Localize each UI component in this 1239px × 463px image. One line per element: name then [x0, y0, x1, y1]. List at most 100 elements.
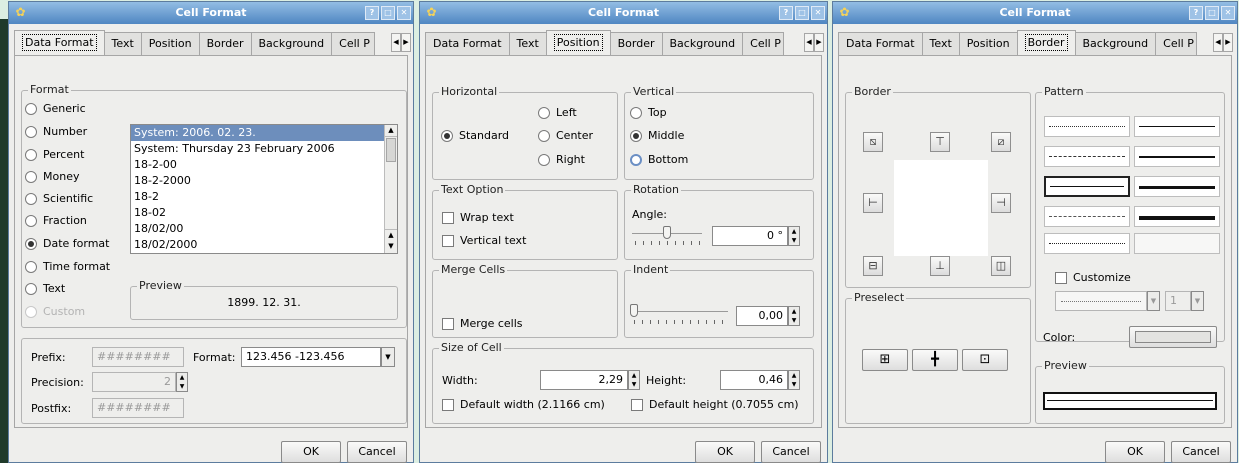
pattern-solid-heavy[interactable] — [1134, 206, 1220, 227]
tab-scroll-right-icon[interactable]: ▶ — [1223, 33, 1233, 52]
vertical-inner-border-icon[interactable]: ◫ — [991, 256, 1011, 276]
cancel-button[interactable]: Cancel — [761, 441, 821, 463]
list-item[interactable]: 18-02 — [131, 205, 397, 221]
postfix-input[interactable]: ######## — [92, 398, 184, 418]
tab-background[interactable]: Background — [250, 32, 333, 56]
tab-background[interactable]: Background — [661, 32, 744, 56]
indent-input[interactable]: 0,00 — [736, 306, 788, 326]
radio-standard[interactable]: Standard — [441, 129, 509, 142]
right-border-icon[interactable]: ⊣ — [991, 193, 1011, 213]
tab-data-format[interactable]: Data Format — [838, 32, 923, 56]
precision-input[interactable]: 2 — [92, 372, 176, 392]
list-item[interactable]: 18/02/00 — [131, 221, 397, 237]
custom-pattern-combobox[interactable] — [1055, 291, 1147, 311]
maximize-icon[interactable]: □ — [1205, 6, 1219, 20]
tab-scroll-left-icon[interactable]: ◀ — [804, 33, 814, 52]
customize-checkbox[interactable]: Customize — [1055, 271, 1131, 284]
pattern-solid-medium[interactable] — [1134, 146, 1220, 167]
default-width-checkbox[interactable]: Default width (2.1166 cm) — [442, 398, 605, 411]
merge-cells-checkbox[interactable]: Merge cells — [442, 317, 523, 330]
tab-scroll-left-icon[interactable]: ◀ — [391, 33, 401, 52]
ok-button[interactable]: OK — [1105, 441, 1165, 463]
pattern-solid-thin[interactable] — [1134, 116, 1220, 137]
pattern-solid-selected[interactable] — [1044, 176, 1130, 197]
tab-scroll-right-icon[interactable]: ▶ — [401, 33, 411, 52]
help-icon[interactable]: ? — [779, 6, 793, 20]
cancel-button[interactable]: Cancel — [1171, 441, 1231, 463]
pattern-empty[interactable] — [1134, 233, 1220, 254]
height-input[interactable]: 0,46 — [720, 370, 788, 390]
tab-cell-protection[interactable]: Cell P — [331, 32, 376, 56]
list-item[interactable]: 18-2-2000 — [131, 173, 397, 189]
diagonal-down-border-icon[interactable]: ⧅ — [863, 132, 883, 152]
close-icon[interactable]: ✕ — [397, 6, 411, 20]
close-icon[interactable]: ✕ — [1221, 6, 1235, 20]
radio-left[interactable]: Left — [538, 106, 577, 119]
radio-time-format[interactable]: Time format — [25, 260, 110, 273]
scroll-up-icon[interactable]: ▲ — [385, 125, 397, 137]
height-spinner[interactable]: ▲ ▼ — [788, 370, 800, 390]
chevron-down-icon[interactable]: ▼ — [1191, 291, 1204, 311]
radio-right[interactable]: Right — [538, 153, 585, 166]
radio-number[interactable]: Number — [25, 125, 87, 138]
ok-button[interactable]: OK — [695, 441, 755, 463]
pattern-dashed[interactable] — [1044, 146, 1130, 167]
prefix-input[interactable]: ######## — [92, 347, 184, 367]
radio-scientific[interactable]: Scientific — [25, 192, 93, 205]
chevron-down-icon[interactable]: ▼ — [1147, 291, 1160, 311]
default-height-checkbox[interactable]: Default height (0.7055 cm) — [631, 398, 799, 411]
diagonal-up-border-icon[interactable]: ⧄ — [991, 132, 1011, 152]
tab-text[interactable]: Text — [508, 32, 547, 56]
tab-cell-protection[interactable]: Cell P — [1155, 32, 1198, 56]
angle-slider-handle[interactable] — [663, 226, 671, 239]
color-button[interactable] — [1129, 326, 1217, 348]
ok-button[interactable]: OK — [281, 441, 341, 463]
angle-input[interactable]: 0 ° — [712, 226, 788, 246]
list-item[interactable]: System: Thursday 23 February 2006 — [131, 141, 397, 157]
precision-spinner[interactable]: ▲ ▼ — [176, 372, 188, 392]
date-format-list[interactable]: System: 2006. 02. 23. System: Thursday 2… — [130, 124, 398, 254]
bottom-border-icon[interactable]: ⊥ — [930, 256, 950, 276]
maximize-icon[interactable]: □ — [381, 6, 395, 20]
chevron-down-icon[interactable]: ▼ — [381, 347, 395, 367]
title-bar[interactable]: ✿ Cell Format ? □ ✕ — [833, 2, 1237, 24]
radio-generic[interactable]: Generic — [25, 102, 86, 115]
tab-cell-protection[interactable]: Cell P — [742, 32, 785, 56]
list-item[interactable]: 18-2-00 — [131, 157, 397, 173]
list-item[interactable]: 18-2 — [131, 189, 397, 205]
no-borders-icon[interactable]: ⊞ — [862, 349, 908, 371]
indent-slider[interactable] — [632, 311, 728, 312]
title-bar[interactable]: ✿ Cell Format ? □ ✕ — [9, 2, 413, 24]
outer-borders-icon[interactable]: ⊡ — [962, 349, 1008, 371]
tab-scroll-right-icon[interactable]: ▶ — [814, 33, 824, 52]
inner-borders-icon[interactable]: ╋ — [912, 349, 958, 371]
radio-money[interactable]: Money — [25, 170, 79, 183]
width-input[interactable]: 2,29 — [540, 370, 628, 390]
tab-text[interactable]: Text — [921, 32, 960, 56]
tab-data-format[interactable]: Data Format — [14, 30, 105, 56]
maximize-icon[interactable]: □ — [795, 6, 809, 20]
tab-text[interactable]: Text — [103, 32, 142, 56]
pattern-dotted-thin[interactable] — [1044, 116, 1130, 137]
tab-border[interactable]: Border — [609, 32, 663, 56]
list-item[interactable]: System: 2006. 02. 23. — [131, 125, 397, 141]
top-border-icon[interactable]: ⊤ — [930, 132, 950, 152]
radio-date-format[interactable]: Date format — [25, 237, 110, 250]
radio-bottom[interactable]: Bottom — [630, 153, 688, 166]
vertical-text-checkbox[interactable]: Vertical text — [442, 234, 526, 247]
tab-background[interactable]: Background — [1074, 32, 1157, 56]
tab-data-format[interactable]: Data Format — [425, 32, 510, 56]
pattern-dash-dot-dot[interactable] — [1044, 233, 1130, 254]
scroll-down-icon[interactable]: ▲ ▼ — [385, 229, 397, 253]
indent-slider-handle[interactable] — [630, 304, 638, 317]
left-border-icon[interactable]: ⊢ — [863, 193, 883, 213]
help-icon[interactable]: ? — [365, 6, 379, 20]
pattern-solid-thick[interactable] — [1134, 176, 1220, 197]
radio-top[interactable]: Top — [630, 106, 667, 119]
radio-middle[interactable]: Middle — [630, 129, 684, 142]
radio-text[interactable]: Text — [25, 282, 65, 295]
tab-scroll-left-icon[interactable]: ◀ — [1213, 33, 1223, 52]
horizontal-inner-border-icon[interactable]: ⊟ — [863, 256, 883, 276]
scroll-thumb[interactable] — [386, 138, 396, 162]
tab-position[interactable]: Position — [958, 32, 1018, 56]
